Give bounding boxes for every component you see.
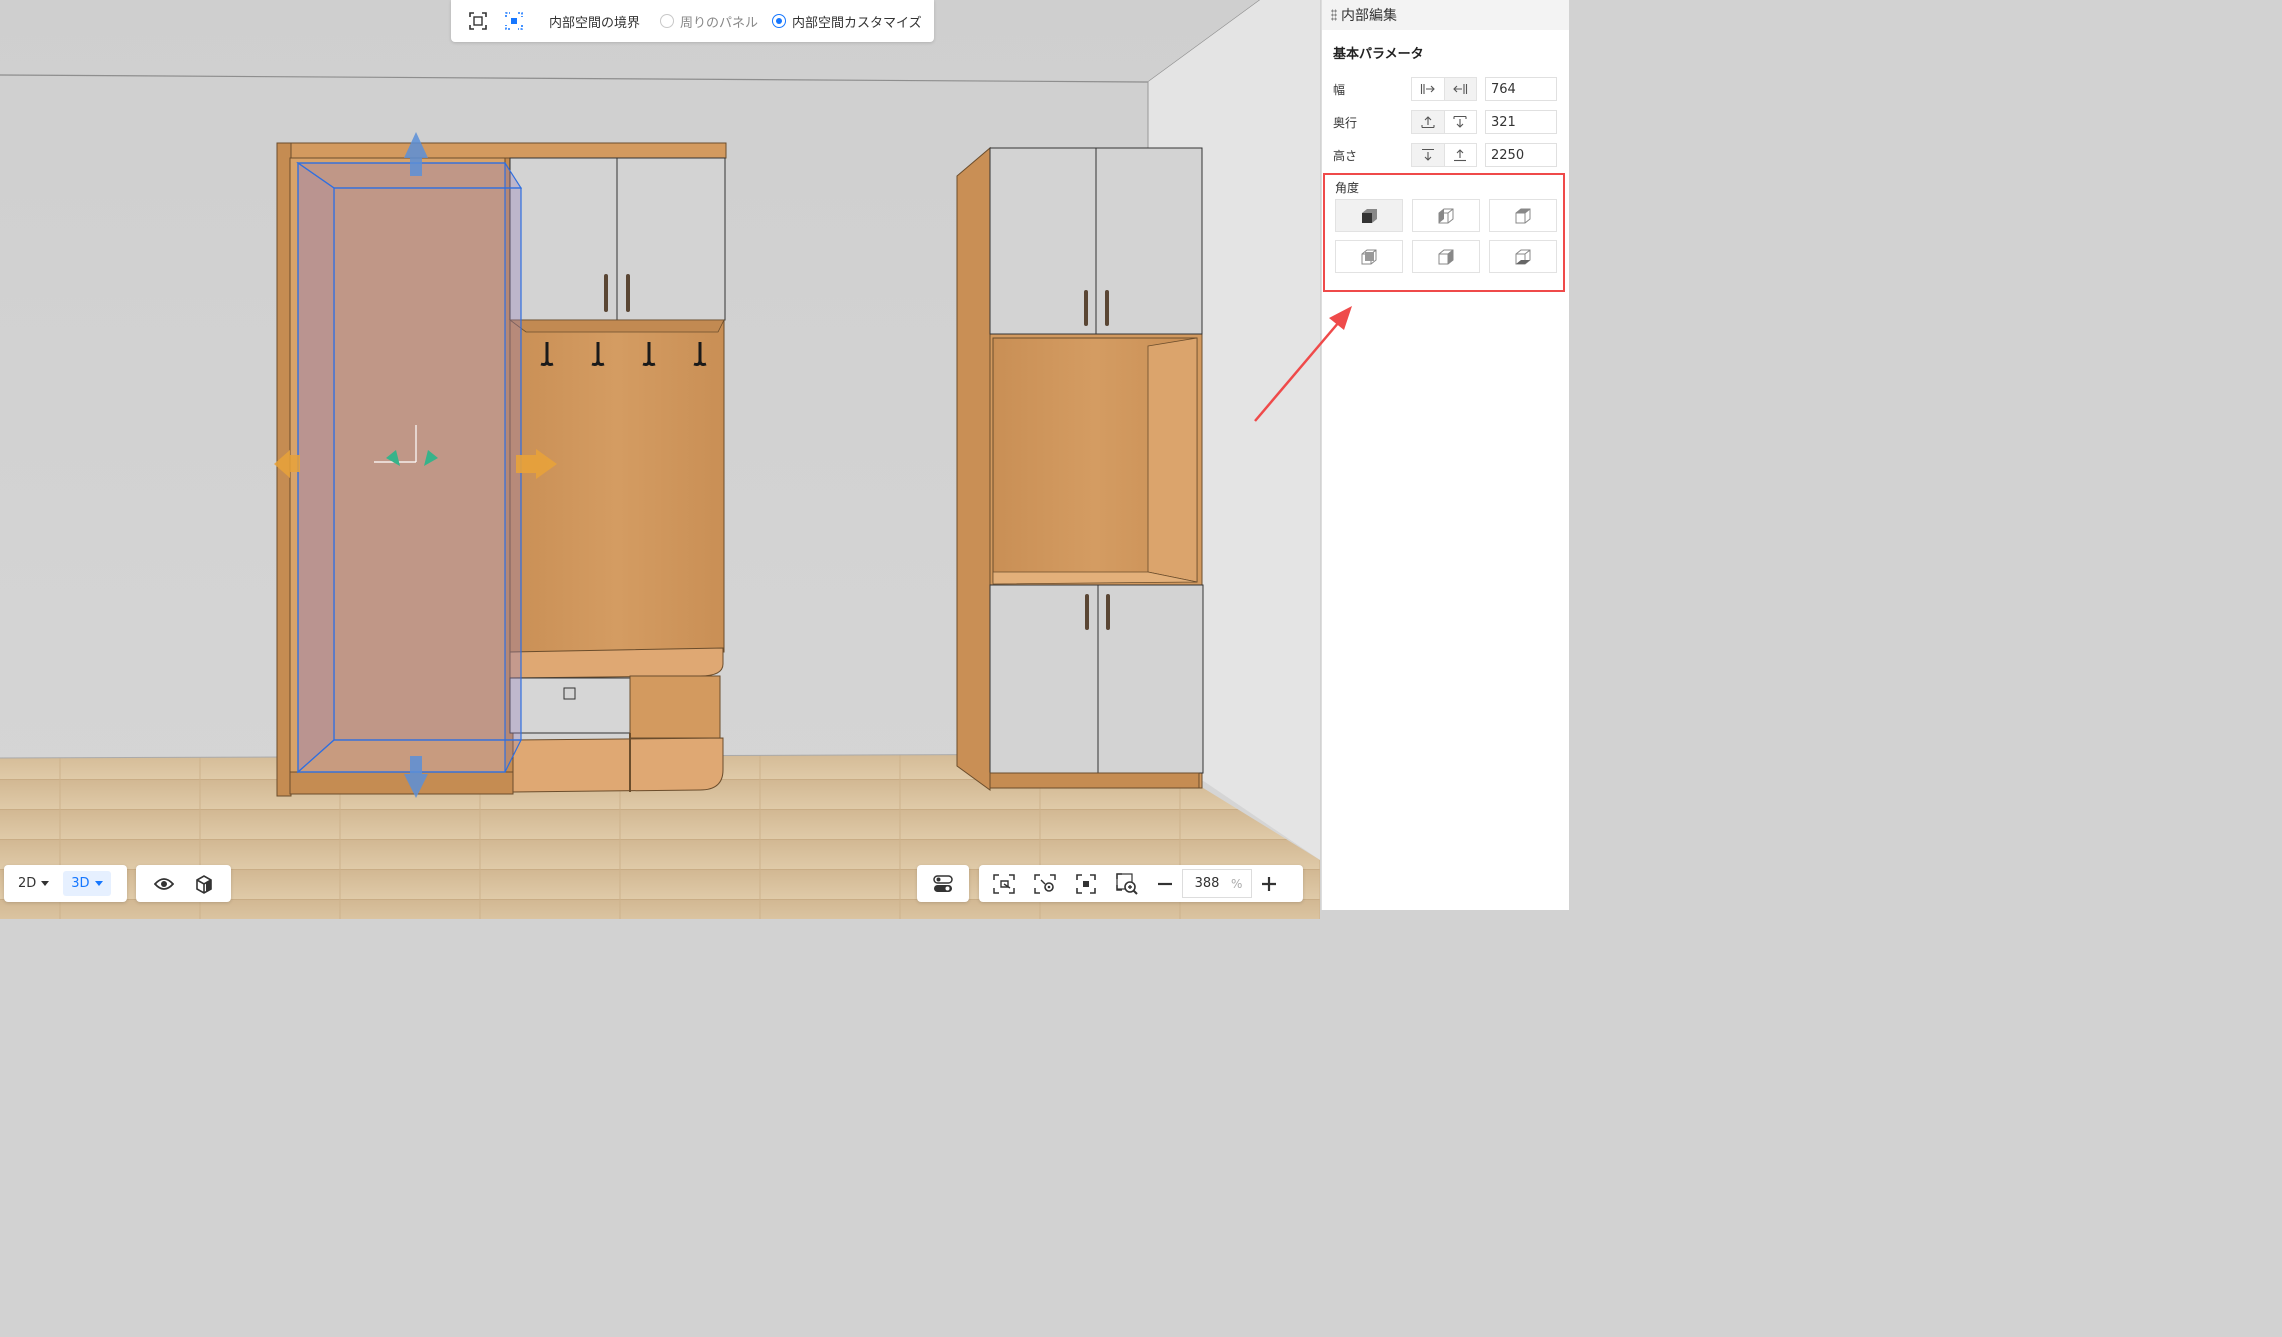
angle-option-back[interactable] [1335, 240, 1403, 273]
view-2d-label: 2D [18, 876, 37, 891]
param-row-depth: 奥行 [1322, 109, 1569, 135]
inner-space-selection[interactable] [296, 161, 523, 774]
cube-back-icon [1361, 249, 1377, 264]
zoom-input[interactable] [1183, 875, 1231, 892]
section-basic-params: 基本パラメータ [1333, 47, 1424, 62]
cubby-side [1147, 337, 1198, 583]
door-handle [1106, 594, 1110, 630]
fit-selection-icon[interactable] [991, 871, 1017, 897]
panel-header[interactable]: 内部編集 [1322, 0, 1569, 30]
eye-icon[interactable] [152, 872, 176, 896]
door-handle [1085, 594, 1089, 630]
focus-center-icon[interactable] [1073, 871, 1099, 897]
panel-title: 内部編集 [1341, 8, 1397, 24]
angle-option-front[interactable] [1335, 199, 1403, 232]
drag-handle-icon[interactable] [1331, 9, 1337, 21]
chevron-down-icon [41, 881, 50, 886]
width-align-toggle [1411, 77, 1477, 101]
radio-surrounding-label: 周りのパネル [680, 15, 759, 31]
radio-custom-inner-space[interactable]: 内部空間カスタマイズ [772, 12, 922, 31]
align-right-icon[interactable] [1444, 78, 1476, 100]
align-top-icon[interactable] [1445, 111, 1477, 133]
angle-section-highlight: 角度 [1323, 173, 1565, 292]
angle-option-bottom[interactable] [1489, 240, 1557, 273]
bottom-shelf [512, 737, 724, 793]
angle-option-top[interactable] [1489, 199, 1557, 232]
cabinet-right-side [956, 146, 991, 791]
zoom-out-icon[interactable] [1152, 871, 1178, 897]
cube-left-icon [1438, 208, 1454, 223]
angle-label: 角度 [1335, 181, 1360, 195]
door-handle [604, 274, 608, 312]
select-inner-icon[interactable] [505, 10, 523, 32]
upper-door-left[interactable] [509, 157, 618, 321]
cube-view-icon[interactable] [192, 872, 216, 896]
radio-dot-custom[interactable] [772, 14, 787, 28]
depth-align-toggle [1411, 110, 1477, 134]
cabinet-top-board [276, 142, 727, 159]
zoom-in-icon[interactable] [1256, 871, 1282, 897]
hook-panel [509, 319, 725, 653]
right-upper-door-right[interactable] [1095, 147, 1203, 335]
cube-top-icon [1515, 208, 1531, 223]
select-frame-icon[interactable] [469, 10, 487, 32]
hook-shelf-top [508, 319, 725, 333]
view-3d-button[interactable]: 3D [63, 871, 111, 896]
param-label-height: 高さ [1333, 148, 1358, 163]
cube-solid-icon [1362, 208, 1377, 223]
depth-input[interactable] [1485, 110, 1557, 134]
door-handle [626, 274, 630, 312]
height-input[interactable] [1485, 143, 1557, 167]
cube-bottom-icon [1515, 249, 1531, 264]
view-3d-label: 3D [71, 876, 90, 891]
cabinet-right-base [989, 772, 1200, 789]
radio-dot-surrounding[interactable] [660, 14, 675, 28]
fit-settings-icon[interactable] [1032, 871, 1058, 897]
zoom-area-icon[interactable] [1114, 871, 1140, 897]
width-input[interactable] [1485, 77, 1557, 101]
3d-scene[interactable] [0, 0, 1320, 919]
zoom-toolbar: % [979, 865, 1303, 902]
toggle-toolbar [917, 865, 969, 902]
param-row-height: 高さ [1322, 142, 1569, 168]
right-lower-door-right[interactable] [1097, 584, 1204, 774]
bench-side-cubby [629, 675, 721, 739]
bench-drawer[interactable] [509, 677, 631, 734]
zoom-unit: % [1231, 876, 1243, 891]
display-toolbar [136, 865, 231, 902]
cabinet-right[interactable] [956, 146, 1204, 791]
right-lower-door-left[interactable] [989, 584, 1099, 774]
door-handle [1105, 290, 1109, 326]
align-left-icon[interactable] [1412, 78, 1445, 100]
cabinet-left[interactable] [274, 132, 727, 798]
param-label-width: 幅 [1333, 82, 1346, 97]
chevron-down-icon [94, 881, 103, 886]
door-handle [1084, 290, 1088, 326]
param-row-width: 幅 [1322, 76, 1569, 102]
angle-option-left[interactable] [1412, 199, 1480, 232]
view-2d-button[interactable]: 2D [10, 871, 57, 896]
align-top-icon[interactable] [1412, 144, 1445, 166]
view-mode-toolbar: 2D 3D [4, 865, 127, 902]
radio-surrounding-panels[interactable]: 周りのパネル [660, 12, 758, 31]
bench-seat [509, 647, 724, 679]
align-bottom-icon[interactable] [1445, 144, 1477, 166]
3d-viewport[interactable]: 内部空間の境界 周りのパネル 内部空間カスタマイズ 2D 3D 388 % [0, 0, 1320, 919]
right-upper-door-left[interactable] [989, 147, 1097, 335]
upper-door-right[interactable] [616, 157, 726, 321]
height-align-toggle [1411, 143, 1477, 167]
toggle-switch-icon[interactable] [930, 871, 956, 897]
cube-right-icon [1438, 249, 1454, 264]
radio-custom-label: 内部空間カスタマイズ [792, 15, 922, 31]
boundary-label: 内部空間の境界 [549, 15, 641, 31]
zoom-level-field[interactable]: % [1182, 869, 1252, 898]
angle-option-right[interactable] [1412, 240, 1480, 273]
cabinet-base [289, 771, 514, 795]
inner-edit-panel: 内部編集 基本パラメータ 幅 奥行 高さ [1321, 0, 1569, 910]
align-bottom-icon[interactable] [1412, 111, 1445, 133]
param-label-depth: 奥行 [1333, 115, 1358, 130]
top-toolbar: 内部空間の境界 周りのパネル 内部空間カスタマイズ [451, 0, 934, 42]
